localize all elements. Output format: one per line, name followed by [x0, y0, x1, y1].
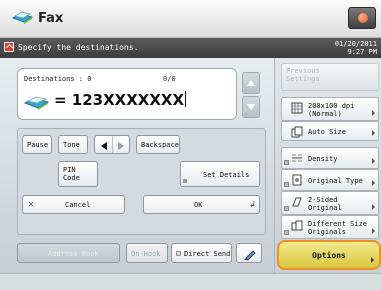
stop-icon	[358, 13, 368, 23]
indicator-icon	[284, 182, 289, 187]
chevron-right-icon	[372, 180, 375, 186]
two-sided-line1: 2-Sided	[308, 196, 338, 204]
resolution-setting[interactable]: 200x100 dpi (Normal)	[281, 97, 379, 121]
pen-icon	[244, 250, 256, 261]
density-icon	[292, 154, 302, 162]
chevron-right-icon	[372, 130, 375, 136]
direct-send-button[interactable]: Direct Send	[171, 243, 232, 263]
date: 01/20/2011	[334, 40, 377, 48]
original-type-icon	[292, 174, 302, 186]
indicator-icon	[284, 160, 289, 165]
edit-button[interactable]	[236, 243, 262, 263]
resolution-line1: 200x100 dpi	[308, 102, 355, 110]
size-label: Auto Size	[308, 128, 346, 136]
direct-send-label: Direct Send	[184, 250, 231, 258]
two-sided-line2: Original	[308, 204, 342, 212]
address-book-button[interactable]: Address Book	[17, 243, 120, 263]
different-size-originals-setting[interactable]: Different Size Originals	[281, 215, 379, 239]
pause-button[interactable]: Pause	[22, 135, 52, 154]
two-sided-icon	[292, 197, 302, 207]
menu-indicator-icon	[183, 179, 187, 183]
ok-label: OK	[194, 201, 203, 209]
ok-button[interactable]: OK ↲	[143, 195, 260, 214]
original-type-label: Original Type	[308, 177, 363, 185]
fax-destination-icon	[24, 96, 50, 110]
previous-settings-line1: Previous	[286, 67, 320, 75]
destination-counter: 0/0	[163, 75, 176, 83]
tone-button[interactable]: Tone	[58, 135, 88, 154]
scroll-up-button[interactable]	[242, 72, 260, 94]
size-setting[interactable]: Auto Size	[281, 121, 379, 141]
chevron-right-icon	[372, 204, 375, 210]
destinations-count: Destinations : 0	[24, 75, 92, 83]
indicator-icon	[284, 230, 289, 235]
resolution-line2: (Normal)	[308, 110, 342, 118]
different-size-line2: Originals	[308, 228, 346, 236]
two-sided-setting[interactable]: 2-Sided Original	[281, 191, 379, 215]
set-details-label: Set Details	[203, 171, 250, 179]
resolution-icon	[291, 102, 303, 114]
indicator-icon	[284, 206, 289, 211]
right-arrow-icon	[118, 142, 124, 150]
chevron-right-icon	[372, 110, 375, 116]
original-type-setting[interactable]: Original Type	[281, 169, 379, 191]
scroll-down-button[interactable]	[242, 96, 260, 118]
density-setting[interactable]: Density	[281, 147, 379, 169]
destination-number-text: = 123XXXXXXX	[54, 91, 185, 109]
chevron-right-icon	[372, 228, 375, 234]
pin-code-label: PIN Code	[63, 166, 80, 182]
previous-settings-button[interactable]: Previous Settings	[281, 63, 379, 91]
date-time: 01/20/2011 9:27 PM	[335, 40, 377, 56]
pin-code-line1: PIN	[63, 166, 76, 174]
resolution-label: 200x100 dpi (Normal)	[308, 102, 354, 118]
options-label: Options	[312, 251, 346, 260]
enter-icon: ↲	[249, 200, 255, 210]
cancel-label: Cancel	[65, 201, 91, 209]
main-area: Destinations : 0 0/0 = 123XXXXXXX Pause …	[0, 58, 274, 273]
set-details-button[interactable]: Set Details	[180, 161, 260, 187]
warning-icon	[4, 42, 14, 52]
direct-send-indicator-icon	[176, 251, 181, 256]
different-size-line1: Different Size	[308, 220, 368, 228]
destination-box[interactable]: Destinations : 0 0/0 = 123XXXXXXX	[17, 68, 237, 120]
status-bar: Specify the destinations. 01/20/2011 9:2…	[0, 38, 381, 58]
on-hook-button[interactable]: On-Hook	[126, 243, 168, 263]
title-bar: Fax	[0, 0, 381, 38]
density-label: Density	[308, 155, 338, 163]
text-caret	[185, 91, 187, 107]
backspace-label: Backspace	[141, 141, 179, 149]
cancel-button[interactable]: ✕ Cancel	[22, 195, 125, 214]
left-arrow-icon	[101, 142, 107, 150]
cursor-left-right-button[interactable]	[94, 135, 130, 154]
options-button[interactable]: Options	[277, 240, 381, 270]
previous-settings-line2: Settings	[286, 75, 320, 83]
up-arrow-icon	[247, 80, 255, 86]
stop-button[interactable]	[348, 7, 376, 29]
down-arrow-icon	[247, 104, 255, 110]
on-hook-label: On-Hook	[131, 250, 161, 258]
cancel-x-icon: ✕	[28, 199, 35, 210]
different-size-label: Different Size Originals	[308, 220, 367, 236]
chevron-right-icon	[372, 158, 375, 164]
keypad-panel: Pause Tone Backspace PIN Code Set Detail…	[17, 128, 266, 235]
tone-label: Tone	[63, 141, 80, 149]
chevron-right-icon	[371, 257, 374, 263]
pin-code-line2: Code	[63, 174, 80, 182]
two-sided-label: 2-Sided Original	[308, 196, 342, 212]
divider	[112, 136, 113, 153]
address-book-label: Address Book	[48, 250, 99, 258]
backspace-button[interactable]: Backspace	[136, 135, 180, 154]
pause-label: Pause	[27, 141, 49, 149]
status-message: Specify the destinations.	[18, 43, 139, 52]
bottom-bar	[0, 273, 381, 290]
destination-number: = 123XXXXXXX	[54, 91, 187, 109]
pin-code-button[interactable]: PIN Code	[58, 161, 98, 187]
page-title: Fax	[38, 11, 64, 26]
fax-icon	[12, 11, 34, 24]
different-size-icon	[291, 220, 303, 231]
time: 9:27 PM	[347, 48, 377, 56]
size-icon	[291, 126, 303, 138]
